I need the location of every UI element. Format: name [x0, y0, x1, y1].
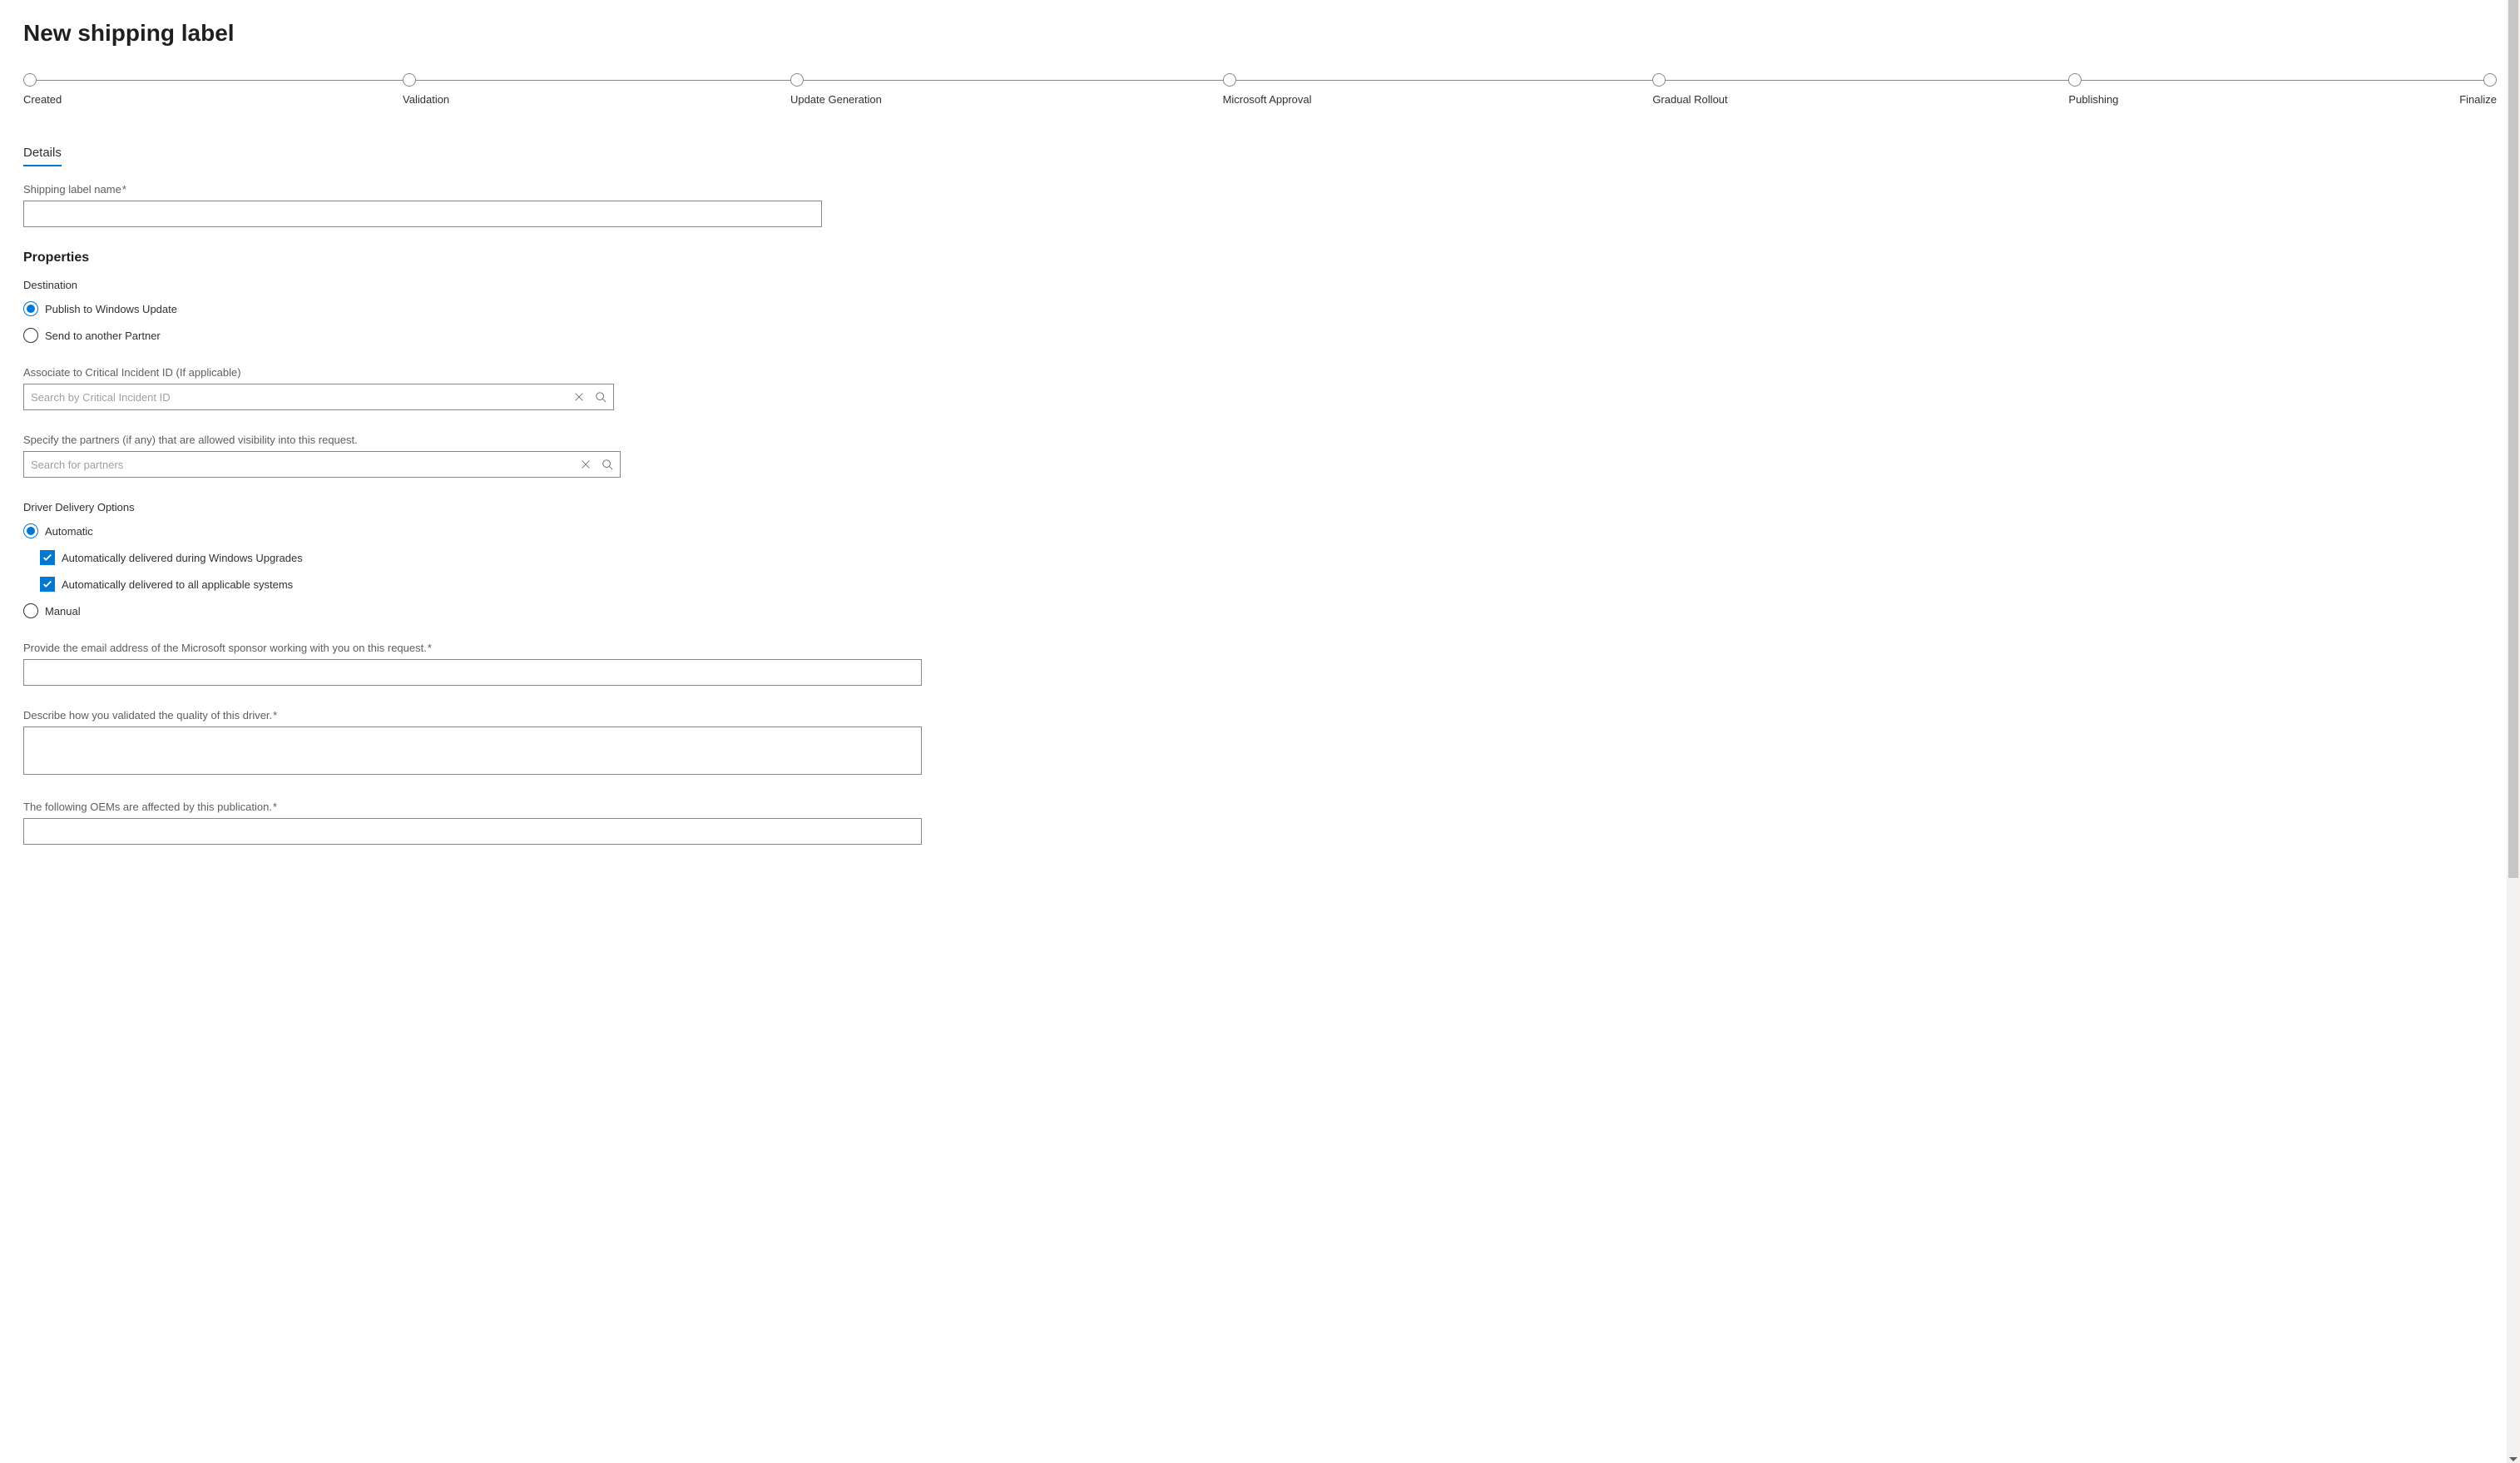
step-label: Microsoft Approval: [1223, 93, 1312, 106]
step-publishing: Publishing: [2068, 73, 2118, 106]
step-update-generation: Update Generation: [790, 73, 882, 106]
checkbox-auto-systems[interactable]: Automatically delivered to all applicabl…: [40, 577, 2497, 592]
checkbox-label: Automatically delivered during Windows U…: [62, 552, 303, 564]
step-label: Publishing: [2068, 93, 2118, 106]
radio-automatic[interactable]: Automatic: [23, 523, 2497, 538]
tab-details[interactable]: Details: [23, 146, 62, 166]
step-created: Created: [23, 73, 62, 106]
step-microsoft-approval: Microsoft Approval: [1223, 73, 1312, 106]
step-label: Created: [23, 93, 62, 106]
sponsor-email-input[interactable]: [23, 659, 922, 686]
scrollbar-down-icon[interactable]: [2509, 1457, 2518, 1461]
progress-stepper: Created Validation Update Generation Mic…: [23, 73, 2497, 106]
step-label: Update Generation: [790, 93, 882, 106]
radio-label: Publish to Windows Update: [45, 303, 177, 315]
radio-icon: [23, 523, 38, 538]
checkbox-label: Automatically delivered to all applicabl…: [62, 578, 293, 591]
checkbox-icon: [40, 577, 55, 592]
validation-desc-label: Describe how you validated the quality o…: [23, 709, 2497, 722]
driver-delivery-label: Driver Delivery Options: [23, 501, 2497, 513]
validation-desc-input[interactable]: [23, 727, 922, 775]
scrollbar[interactable]: [2507, 0, 2520, 1463]
radio-label: Send to another Partner: [45, 330, 161, 342]
critical-incident-label: Associate to Critical Incident ID (If ap…: [23, 366, 2497, 379]
search-icon[interactable]: [601, 458, 614, 471]
step-circle-icon: [2483, 73, 2497, 87]
step-circle-icon: [2068, 73, 2082, 87]
checkbox-auto-upgrades[interactable]: Automatically delivered during Windows U…: [40, 550, 2497, 565]
destination-label: Destination: [23, 279, 2497, 291]
oems-affected-input[interactable]: [23, 818, 922, 845]
step-circle-icon: [23, 73, 37, 87]
shipping-label-name-input[interactable]: [23, 201, 822, 227]
radio-icon: [23, 603, 38, 618]
step-circle-icon: [403, 73, 416, 87]
step-gradual-rollout: Gradual Rollout: [1652, 73, 1727, 106]
radio-publish-windows-update[interactable]: Publish to Windows Update: [23, 301, 2497, 316]
partners-visibility-label: Specify the partners (if any) that are a…: [23, 434, 2497, 446]
shipping-label-name-label: Shipping label name: [23, 183, 2497, 196]
step-label: Finalize: [2459, 93, 2497, 106]
step-circle-icon: [1223, 73, 1236, 87]
step-label: Gradual Rollout: [1652, 93, 1727, 106]
step-circle-icon: [1652, 73, 1666, 87]
oems-affected-label: The following OEMs are affected by this …: [23, 801, 2497, 813]
properties-heading: Properties: [23, 250, 2497, 265]
radio-icon: [23, 301, 38, 316]
radio-manual[interactable]: Manual: [23, 603, 2497, 618]
sponsor-email-label: Provide the email address of the Microso…: [23, 642, 2497, 654]
radio-send-partner[interactable]: Send to another Partner: [23, 328, 2497, 343]
partners-search-input[interactable]: [23, 451, 621, 478]
checkbox-icon: [40, 550, 55, 565]
radio-label: Manual: [45, 605, 81, 617]
clear-icon[interactable]: [579, 458, 592, 471]
radio-icon: [23, 328, 38, 343]
critical-incident-search-input[interactable]: [23, 384, 614, 410]
step-circle-icon: [790, 73, 804, 87]
radio-label: Automatic: [45, 525, 93, 538]
search-icon[interactable]: [594, 390, 607, 404]
clear-icon[interactable]: [572, 390, 586, 404]
page-title: New shipping label: [23, 20, 2497, 47]
step-validation: Validation: [403, 73, 449, 106]
step-finalize: Finalize: [2459, 73, 2497, 106]
step-label: Validation: [403, 93, 449, 106]
scrollbar-thumb[interactable]: [2508, 0, 2518, 878]
tabs: Details: [23, 146, 2497, 166]
